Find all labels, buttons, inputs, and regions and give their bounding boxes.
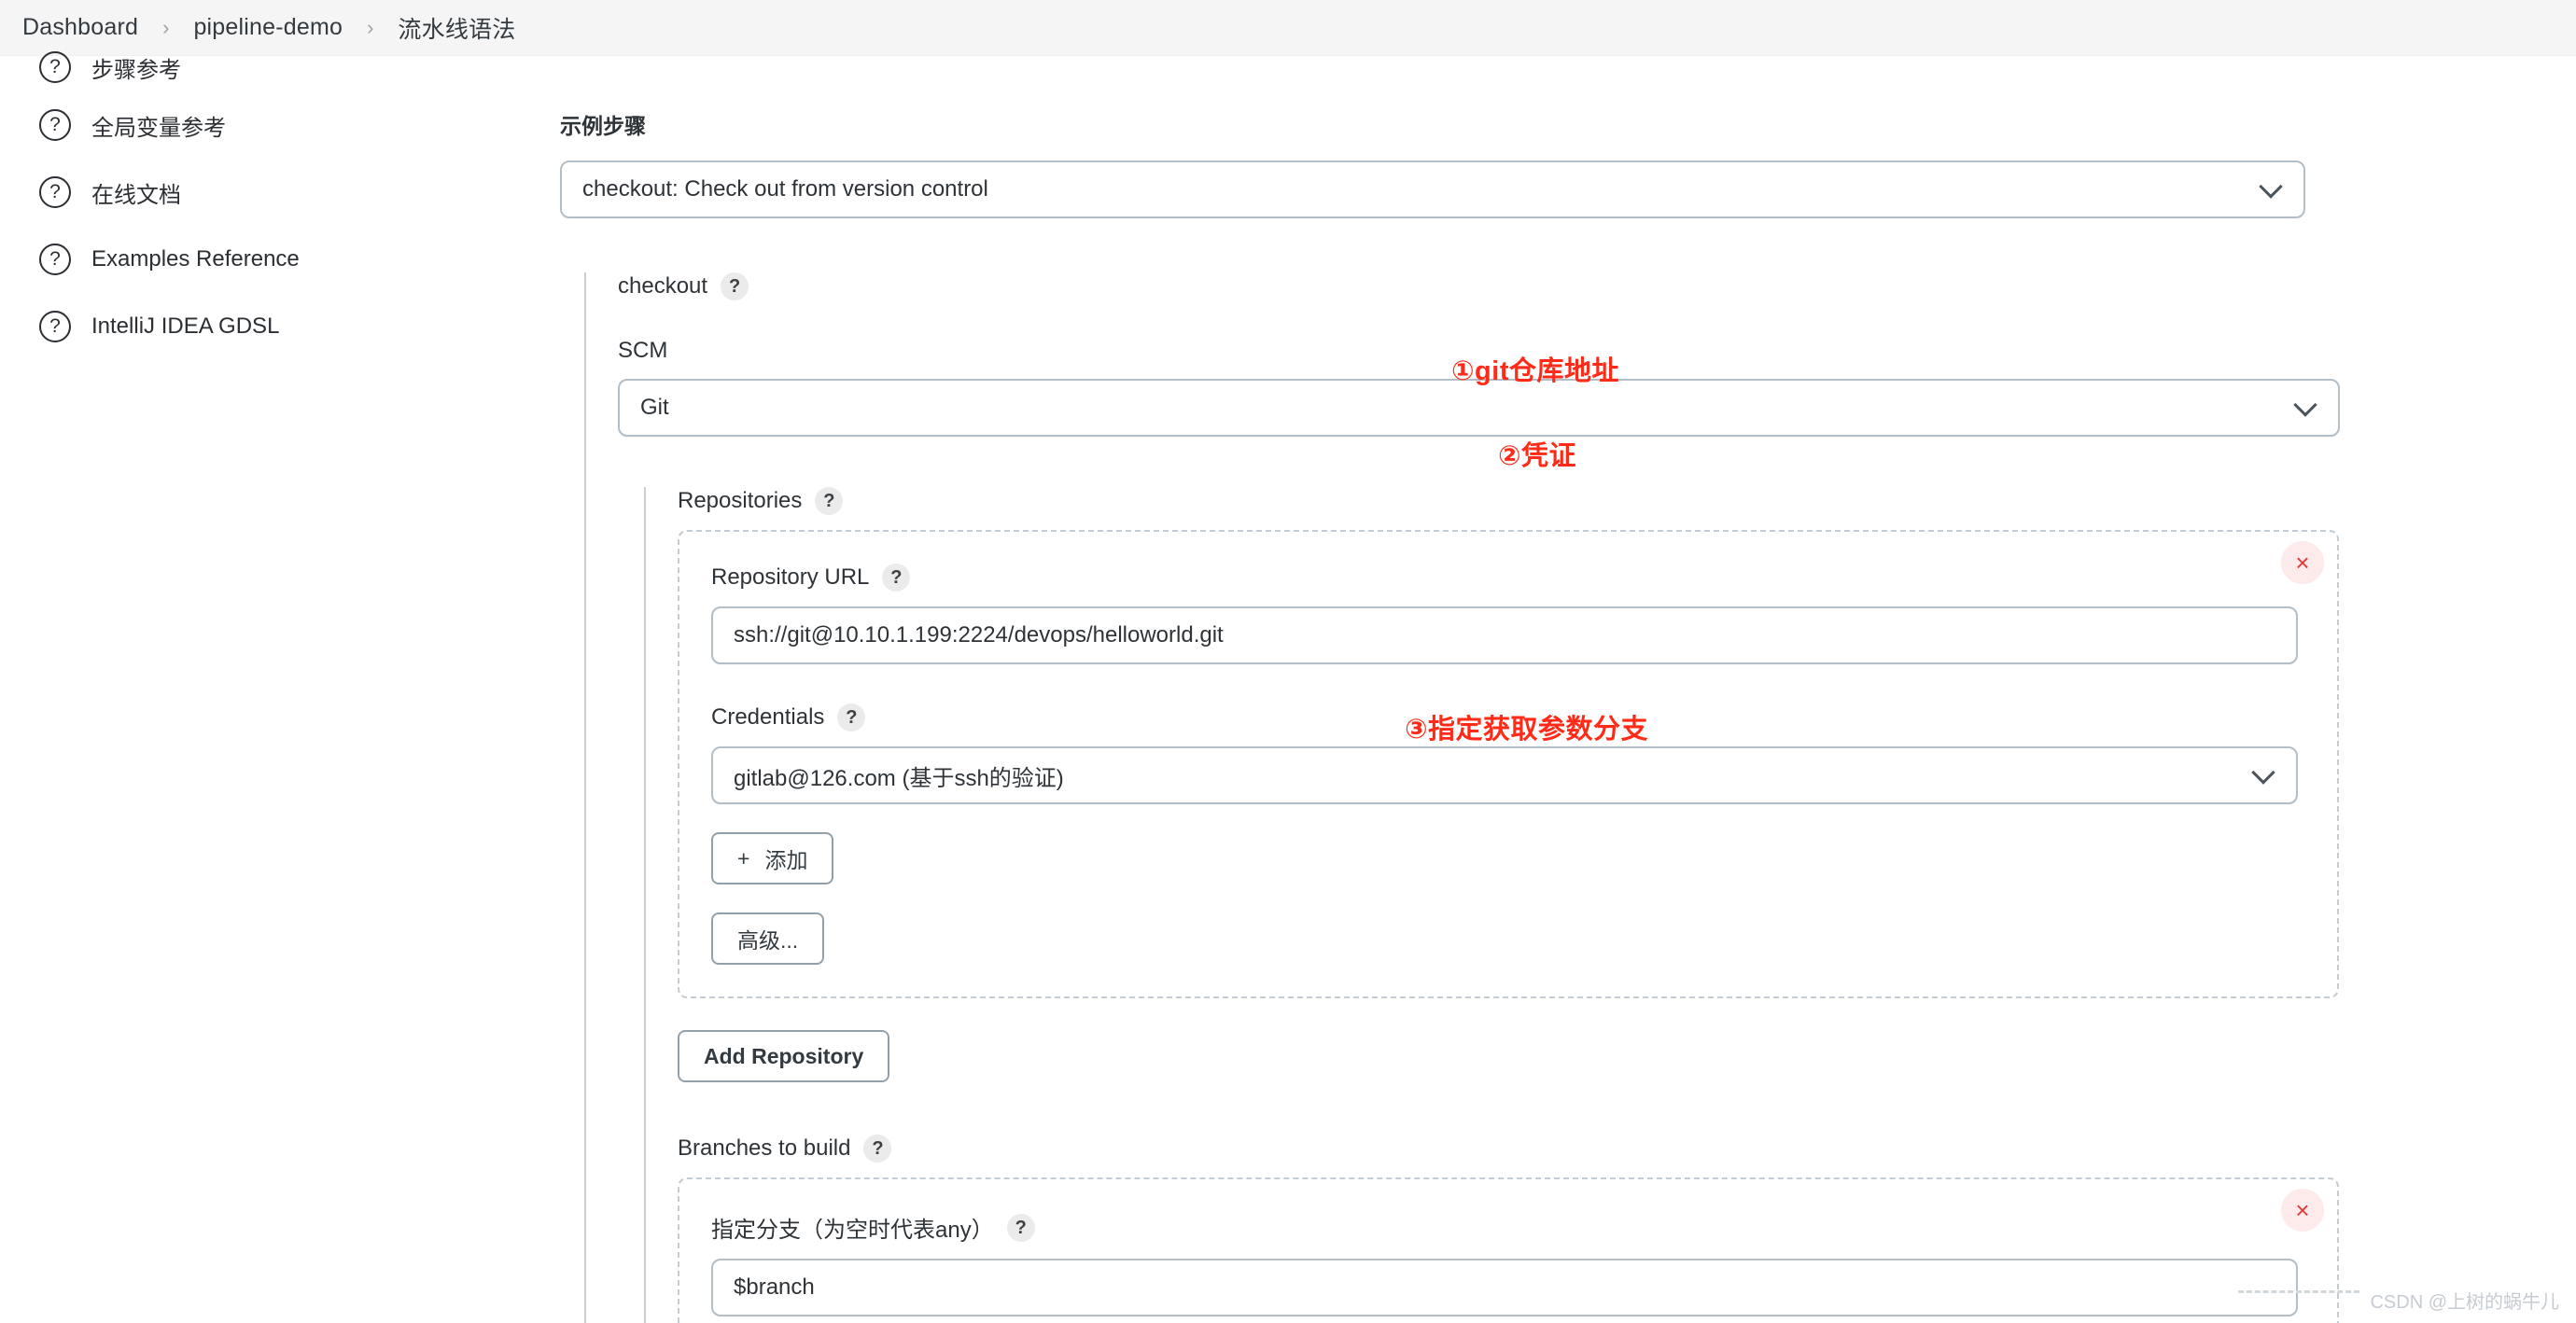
credentials-label: Credentials ? [711,703,2302,731]
help-icon[interactable]: ? [863,1135,892,1163]
branches-to-build-label-text: Branches to build [678,1135,851,1161]
add-repository-wrap: Add Repository [678,1030,2576,1082]
watermark-line [2238,1290,2359,1293]
sidebar: ? 步骤参考 ? 全局变量参考 ? 在线文档 ? Examples Refere… [0,51,560,1323]
branch-spec-label-text: 指定分支（为空时代表any） [711,1218,994,1243]
watermark: CSDN @上树的蜗牛儿 [2370,1292,2559,1313]
scm-select-value: Git [640,395,669,420]
checkout-step-block: checkout ? SCM Git Repositories ? × Repo… [584,272,2576,1323]
delete-repository-button[interactable]: × [2281,541,2324,584]
chevron-down-icon [2259,174,2283,199]
add-credentials-label: 添加 [764,848,808,872]
sidebar-item-online-documentation[interactable]: ? 在线文档 [0,159,560,226]
help-circle-icon: ? [39,311,71,342]
repository-url-value: ssh://git@10.10.1.199:2224/devops/hellow… [734,622,1224,648]
branch-spec-input[interactable]: $branch [711,1259,2298,1316]
branch-spec-label: 指定分支（为空时代表any） ? [711,1211,2302,1244]
repositories-block: Repositories ? × Repository URL ? ssh://… [644,487,2576,1323]
repository-url-label-text: Repository URL [711,564,870,590]
breadcrumb-item-pipeline-demo[interactable]: pipeline-demo [193,14,343,41]
help-circle-icon: ? [39,176,71,208]
help-icon[interactable]: ? [837,703,866,731]
repository-url-input[interactable]: ssh://git@10.10.1.199:2224/devops/hellow… [711,606,2298,664]
help-circle-icon: ? [39,51,71,83]
credentials-actions: + 添加 [711,832,2302,884]
sidebar-item-examples-reference[interactable]: ? Examples Reference [0,226,560,293]
branches-to-build-label: Branches to build ? [678,1135,2576,1163]
add-credentials-button[interactable]: + 添加 [711,832,834,884]
main-content: 示例步骤 checkout: Check out from version co… [560,56,2576,1323]
help-circle-icon: ? [39,109,71,141]
sidebar-item-label: 步骤参考 [91,57,181,83]
help-icon[interactable]: ? [815,487,844,515]
scm-label-text: SCM [618,338,668,363]
breadcrumb-separator-icon: › [367,15,374,39]
sidebar-item-step-reference[interactable]: ? 步骤参考 [0,43,560,91]
page-body: ? 步骤参考 ? 全局变量参考 ? 在线文档 ? Examples Refere… [0,51,2576,1323]
add-repository-button[interactable]: Add Repository [678,1030,890,1082]
advanced-button[interactable]: 高级... [711,912,825,965]
repository-url-label: Repository URL ? [711,564,2302,592]
plus-icon: + [737,845,750,870]
repositories-label: Repositories ? [678,487,2576,515]
sidebar-item-label: 在线文档 [91,182,181,208]
repositories-label-text: Repositories [678,488,803,513]
scm-select[interactable]: Git [618,379,2340,437]
sidebar-item-label: IntelliJ IDEA GDSL [91,313,280,339]
help-circle-icon: ? [39,244,71,275]
sidebar-item-label: 全局变量参考 [91,115,226,141]
sidebar-item-intellij-idea-gdsl[interactable]: ? IntelliJ IDEA GDSL [0,293,560,360]
help-icon[interactable]: ? [882,564,911,592]
help-icon[interactable]: ? [721,272,749,300]
chevron-down-icon [2293,393,2317,417]
checkout-step-heading: checkout ? [618,272,2576,300]
breadcrumb-item-pipeline-syntax[interactable]: 流水线语法 [398,11,515,45]
help-icon[interactable]: ? [1006,1213,1035,1242]
breadcrumb-item-dashboard[interactable]: Dashboard [22,14,138,41]
branch-spec-value: $branch [734,1274,815,1300]
credentials-select-value: gitlab@126.com (基于ssh的验证) [734,765,1064,791]
chevron-down-icon [2251,760,2275,785]
sidebar-item-global-variable-reference[interactable]: ? 全局变量参考 [0,91,560,159]
credentials-select[interactable]: gitlab@126.com (基于ssh的验证) [711,746,2298,804]
scm-label: SCM [618,338,2576,364]
checkout-step-name: checkout [618,273,708,299]
repository-card: × Repository URL ? ssh://git@10.10.1.199… [678,530,2339,998]
branch-card: × 指定分支（为空时代表any） ? $branch [678,1177,2339,1323]
delete-branch-button[interactable]: × [2281,1189,2324,1232]
credentials-label-text: Credentials [711,704,825,730]
sample-step-select-value: checkout: Check out from version control [582,176,988,202]
breadcrumb-separator-icon: › [162,15,170,39]
sample-step-title: 示例步骤 [560,114,646,138]
advanced-actions: 高级... [711,912,2302,965]
sidebar-item-label: Examples Reference [91,246,300,272]
sample-step-select[interactable]: checkout: Check out from version control [560,160,2305,218]
